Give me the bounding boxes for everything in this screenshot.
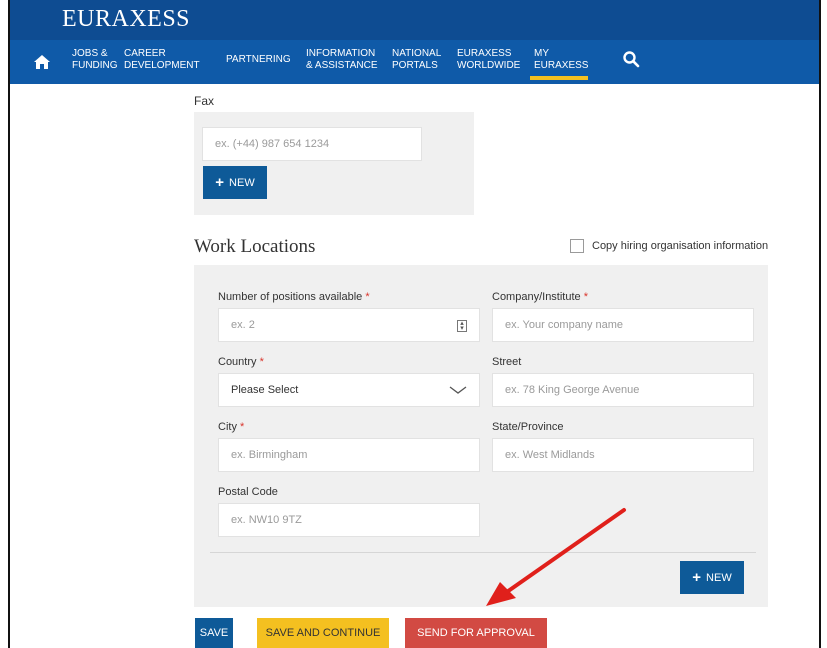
state-input[interactable]: ex. West Midlands (492, 438, 754, 472)
positions-input[interactable]: ex. 2 ▴ ▾ (218, 308, 480, 342)
nav-my-euraxess[interactable]: MY EURAXESS (530, 48, 588, 80)
postal-code-label: Postal Code (218, 486, 278, 498)
street-label: Street (492, 356, 522, 368)
country-label: Country * (218, 356, 264, 368)
send-for-approval-button[interactable]: SEND FOR APPROVAL (405, 618, 547, 648)
nav-jobs-funding[interactable]: JOBS & FUNDING (72, 48, 118, 72)
save-and-continue-button[interactable]: SAVE AND CONTINUE (257, 618, 389, 648)
save-button[interactable]: SAVE (195, 618, 233, 648)
state-label: State/Province (492, 421, 564, 433)
company-input[interactable]: ex. Your company name (492, 308, 754, 342)
positions-placeholder: ex. 2 (231, 319, 255, 331)
home-icon[interactable] (26, 40, 58, 84)
city-label: City * (218, 421, 245, 433)
search-icon[interactable] (622, 50, 644, 74)
copy-hiring-org-checkbox[interactable] (570, 239, 584, 253)
positions-label: Number of positions available * (218, 291, 370, 303)
nav-information-assistance[interactable]: INFORMATION & ASSISTANCE (306, 48, 378, 72)
city-placeholder: ex. Birmingham (231, 449, 308, 461)
page-content: Fax ex. (+44) 987 654 1234 + NEW Work Lo… (10, 84, 819, 648)
fax-panel: ex. (+44) 987 654 1234 + NEW (194, 112, 474, 215)
company-placeholder: ex. Your company name (505, 319, 624, 331)
postal-code-placeholder: ex. NW10 9TZ (231, 514, 302, 526)
site-logo[interactable]: EURAXESS (62, 6, 190, 33)
company-label: Company/Institute * (492, 291, 588, 303)
work-location-new-button[interactable]: + NEW (680, 561, 744, 594)
country-selected-value: Please Select (231, 384, 299, 396)
nav-career-development[interactable]: CAREER DEVELOPMENT (124, 48, 200, 72)
postal-code-input[interactable]: ex. NW10 9TZ (218, 503, 480, 537)
site-header: EURAXESS (10, 0, 819, 40)
fax-new-button[interactable]: + NEW (203, 166, 267, 199)
nav-partnering[interactable]: PARTNERING (226, 54, 291, 66)
fax-input[interactable]: ex. (+44) 987 654 1234 (202, 127, 422, 161)
annotation-arrow-icon (486, 508, 626, 606)
copy-hiring-org-label: Copy hiring organisation information (592, 240, 769, 252)
browser-frame: EURAXESS JOBS & FUNDING CAREER DEVELOPME… (8, 0, 821, 648)
copy-hiring-org-option: Copy hiring organisation information (570, 239, 768, 253)
plus-icon: + (692, 569, 702, 586)
main-navigation: JOBS & FUNDING CAREER DEVELOPMENT PARTNE… (10, 40, 819, 84)
plus-icon: + (215, 174, 225, 191)
nav-euraxess-worldwide[interactable]: EURAXESS WORLDWIDE (457, 48, 520, 72)
city-input[interactable]: ex. Birmingham (218, 438, 480, 472)
nav-national-portals[interactable]: NATIONAL PORTALS (392, 48, 441, 72)
fax-label: Fax (194, 94, 215, 108)
state-placeholder: ex. West Midlands (505, 449, 595, 461)
street-input[interactable]: ex. 78 King George Avenue (492, 373, 754, 407)
work-locations-title: Work Locations (194, 236, 316, 257)
chevron-down-icon (449, 386, 467, 394)
fax-placeholder: ex. (+44) 987 654 1234 (215, 138, 330, 150)
country-select[interactable]: Please Select (218, 373, 480, 407)
number-spinner-icon[interactable]: ▴ ▾ (457, 320, 467, 332)
street-placeholder: ex. 78 King George Avenue (505, 384, 640, 396)
